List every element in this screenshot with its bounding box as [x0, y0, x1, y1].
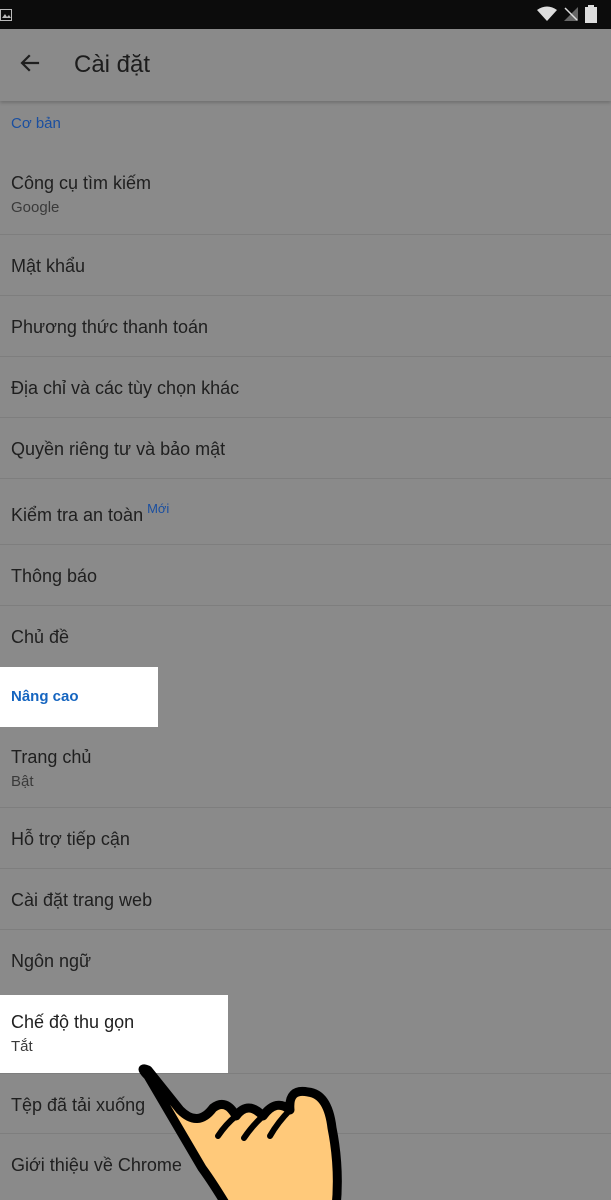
new-badge: Mới — [147, 501, 170, 516]
settings-list: Cơ bản Công cụ tìm kiếm Google Mật khẩu … — [0, 101, 611, 1195]
settings-item-passwords[interactable]: Mật khẩu — [0, 235, 611, 296]
settings-item-addresses[interactable]: Địa chỉ và các tùy chọn khác — [0, 357, 611, 418]
item-label: Ngôn ngữ — [11, 951, 92, 971]
item-label: Phương thức thanh toán — [11, 317, 209, 337]
gallery-notification-icon — [0, 8, 12, 26]
item-label: Kiểm tra an toàn Mới — [11, 501, 611, 526]
app-bar: Cài đặt — [0, 29, 611, 101]
item-label: Công cụ tìm kiếm — [11, 173, 152, 193]
settings-item-site-settings[interactable]: Cài đặt trang web — [0, 869, 611, 930]
item-label: Trang chủ — [11, 747, 92, 767]
item-label: Chủ đề — [11, 627, 70, 647]
settings-item-homepage[interactable]: Trang chủ Bật — [0, 727, 611, 808]
item-value: Tắt — [11, 1038, 33, 1055]
item-label-text: Kiểm tra an toàn — [11, 505, 144, 525]
settings-item-accessibility[interactable]: Hỗ trợ tiếp cận — [0, 808, 611, 869]
item-label: Chế độ thu gọn — [11, 1012, 135, 1032]
settings-item-notifications[interactable]: Thông báo — [0, 545, 611, 606]
item-label: Thông báo — [11, 566, 98, 586]
settings-item-privacy-security[interactable]: Quyền riêng tư và bảo mật — [0, 418, 611, 479]
item-label: Quyền riêng tư và bảo mật — [11, 439, 226, 459]
settings-item-search-engine[interactable]: Công cụ tìm kiếm Google — [0, 145, 611, 235]
arrow-left-icon — [20, 53, 40, 78]
pointing-hand-icon — [118, 1058, 358, 1200]
settings-item-themes[interactable]: Chủ đề — [0, 606, 611, 667]
back-button[interactable] — [12, 47, 48, 83]
item-value: Google — [11, 199, 60, 216]
status-bar — [0, 0, 611, 29]
no-signal-icon — [563, 6, 579, 27]
settings-item-safety-check[interactable]: Kiểm tra an toàn Mới — [0, 479, 611, 545]
settings-item-languages[interactable]: Ngôn ngữ — [0, 930, 611, 995]
wifi-icon — [537, 6, 557, 27]
settings-item-payment-methods[interactable]: Phương thức thanh toán — [0, 296, 611, 357]
item-value: Bật — [11, 773, 34, 790]
item-label: Địa chỉ và các tùy chọn khác — [11, 378, 240, 398]
item-label: Cài đặt trang web — [11, 890, 153, 910]
section-header-basic: Cơ bản — [11, 115, 61, 132]
battery-icon — [585, 5, 597, 28]
page-title: Cài đặt — [74, 51, 151, 78]
section-header-advanced: Nâng cao — [0, 667, 158, 727]
item-label: Mật khẩu — [11, 256, 86, 276]
item-label: Hỗ trợ tiếp cận — [11, 829, 130, 849]
